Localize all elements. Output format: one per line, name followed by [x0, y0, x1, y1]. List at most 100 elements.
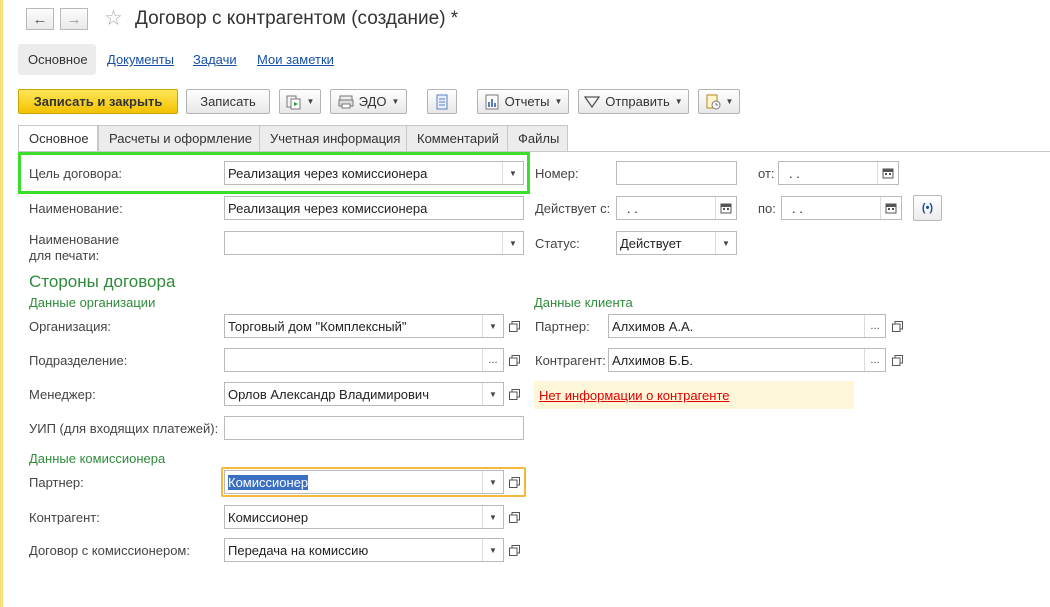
section-documents[interactable]: Документы [107, 44, 174, 75]
period-icon: (•) [921, 202, 934, 214]
send-button[interactable]: Отправить ▼ [578, 89, 689, 114]
list-button[interactable] [427, 89, 457, 114]
chevron-down-icon[interactable]: ▼ [482, 506, 503, 528]
reports-button[interactable]: Отчеты ▼ [477, 89, 569, 114]
partner-field[interactable]: Алхимов А.А. ... [608, 314, 886, 338]
valid-to-value: . . [792, 200, 803, 216]
manager-label: Менеджер: [29, 387, 96, 402]
print-name-label-2: для печати: [29, 248, 100, 263]
commissioner-contract-field[interactable]: Передача на комиссию ▼ [224, 538, 504, 562]
tab-main[interactable]: Основное [18, 125, 98, 153]
commissioner-counterparty-field[interactable]: Комиссионер ▼ [224, 505, 504, 529]
tab-accounting[interactable]: Учетная информация [259, 125, 407, 152]
commissioner-partner-open-button[interactable] [504, 471, 524, 493]
print-button[interactable]: ▼ [698, 89, 740, 114]
chevron-down-icon[interactable]: ▼ [482, 315, 503, 337]
select-dots-icon[interactable]: ... [864, 349, 885, 371]
valid-to-input[interactable]: . . [781, 196, 902, 220]
chevron-down-icon[interactable]: ▼ [482, 383, 503, 405]
send-label: Отправить [605, 94, 670, 109]
select-dots-icon[interactable]: ... [864, 315, 885, 337]
open-icon [508, 511, 520, 523]
manager-field[interactable]: Орлов Александр Владимирович ▼ [224, 382, 504, 406]
create-based-on-button[interactable]: ▼ [279, 89, 321, 114]
chevron-down-icon[interactable]: ▼ [482, 471, 503, 493]
chevron-down-icon[interactable]: ▼ [502, 232, 523, 254]
commissioner-contract-value: Передача на комиссию [228, 542, 369, 558]
status-value: Действует [620, 235, 682, 251]
print-name-field[interactable]: ▼ [224, 231, 524, 255]
back-arrow-icon: ← [32, 10, 48, 28]
period-button[interactable]: (•) [913, 195, 942, 221]
commissioner-contract-open-button[interactable] [504, 539, 524, 561]
favorite-star-icon[interactable]: ☆ [104, 6, 123, 31]
chevron-down-icon[interactable]: ▼ [502, 162, 523, 184]
uip-label: УИП (для входящих платежей): [29, 421, 219, 436]
commissioner-partner-value-wrap: Комиссионер [225, 474, 482, 490]
print-icon [706, 94, 721, 109]
open-icon [508, 476, 520, 488]
department-label: Подразделение: [29, 353, 128, 368]
purpose-field[interactable]: Реализация через комиссионера ▼ [224, 161, 524, 185]
calendar-icon[interactable] [880, 197, 901, 219]
reports-label: Отчеты [504, 94, 550, 109]
valid-from-input[interactable]: . . [616, 196, 737, 220]
counterparty-label: Контрагент: [535, 353, 606, 368]
tab-calculations[interactable]: Расчеты и оформление [98, 125, 260, 152]
save-button[interactable]: Записать [186, 89, 270, 114]
partner-open-button[interactable] [887, 315, 907, 337]
tab-comment[interactable]: Комментарий [406, 125, 508, 152]
commissioner-partner-field[interactable]: Комиссионер ▼ [224, 470, 504, 494]
tab-files[interactable]: Файлы [507, 125, 568, 152]
from-date-value: . . [789, 165, 800, 181]
commissioner-partner-label: Партнер: [29, 475, 84, 490]
calendar-icon[interactable] [715, 197, 736, 219]
open-icon [508, 320, 520, 332]
organization-open-button[interactable] [504, 315, 524, 337]
select-dots-icon[interactable]: ... [482, 349, 503, 371]
department-field[interactable]: ... [224, 348, 504, 372]
counterparty-field[interactable]: Алхимов Б.Б. ... [608, 348, 886, 372]
number-input[interactable] [616, 161, 737, 185]
chevron-down-icon: ▼ [725, 97, 734, 106]
from-date-input[interactable]: . . [778, 161, 899, 185]
open-icon [508, 388, 520, 400]
status-field[interactable]: Действует ▼ [616, 231, 737, 255]
chevron-down-icon: ▼ [554, 97, 563, 106]
name-value: Реализация через комиссионера [228, 200, 428, 216]
commissioner-counterparty-open-button[interactable] [504, 506, 524, 528]
create-based-on-icon [286, 95, 301, 109]
section-main[interactable]: Основное [18, 44, 96, 75]
organization-field[interactable]: Торговый дом "Комплексный" ▼ [224, 314, 504, 338]
forward-button[interactable]: → [60, 8, 88, 30]
chevron-down-icon[interactable]: ▼ [482, 539, 503, 561]
uip-input[interactable] [224, 416, 524, 440]
edo-label: ЭДО [358, 94, 387, 109]
edo-button[interactable]: ЭДО ▼ [330, 89, 407, 114]
back-button[interactable]: ← [26, 8, 54, 30]
chevron-down-icon[interactable]: ▼ [715, 232, 736, 254]
open-icon [508, 354, 520, 366]
save-and-close-button[interactable]: Записать и закрыть [18, 89, 178, 114]
manager-open-button[interactable] [504, 383, 524, 405]
department-open-button[interactable] [504, 349, 524, 371]
org-data-header: Данные организации [29, 295, 156, 310]
manager-value: Орлов Александр Владимирович [228, 386, 429, 402]
open-icon [508, 544, 520, 556]
purpose-label: Цель договора: [29, 166, 122, 181]
section-notes[interactable]: Мои заметки [257, 44, 334, 75]
organization-value: Торговый дом "Комплексный" [228, 318, 407, 334]
name-input[interactable]: Реализация через комиссионера [224, 196, 524, 220]
chevron-down-icon: ▼ [674, 97, 683, 106]
commissioner-data-header: Данные комиссионера [29, 451, 166, 466]
calendar-icon[interactable] [877, 162, 898, 184]
from-label: от: [758, 166, 775, 181]
parties-title: Стороны договора [29, 272, 176, 291]
client-data-header: Данные клиента [534, 295, 633, 310]
no-info-panel: Нет информации о контрагенте [534, 381, 854, 409]
edo-icon [338, 95, 354, 108]
save-label: Записать [200, 94, 256, 109]
section-tasks[interactable]: Задачи [193, 44, 237, 75]
counterparty-open-button[interactable] [887, 349, 907, 371]
no-info-link[interactable]: Нет информации о контрагенте [539, 388, 730, 403]
